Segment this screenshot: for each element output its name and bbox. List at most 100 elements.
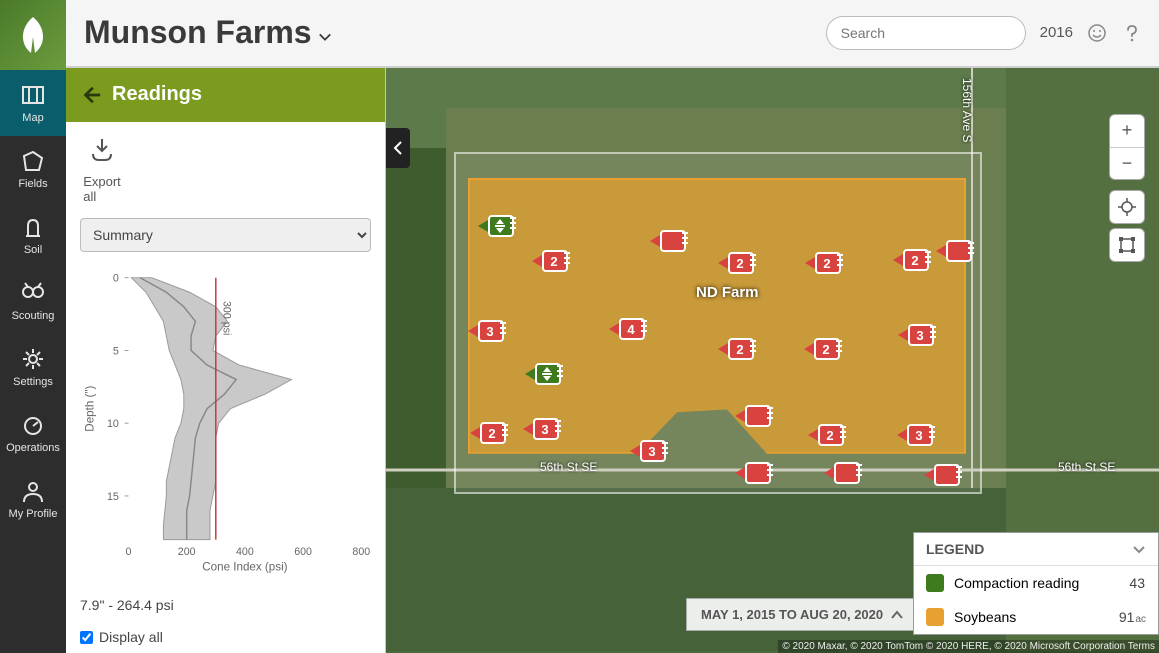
marker-count: 2: [728, 252, 752, 276]
chevron-down-icon: [318, 30, 332, 44]
compaction-marker[interactable]: [484, 213, 512, 239]
reading-marker[interactable]: 3: [474, 318, 502, 344]
my profile-icon: [20, 478, 46, 504]
search-input[interactable]: [826, 16, 1026, 50]
legend-row[interactable]: Compaction reading43: [914, 566, 1158, 600]
fields-icon: [20, 148, 46, 174]
nav-label: Settings: [13, 376, 53, 388]
reading-marker[interactable]: [942, 238, 970, 264]
marker-count: 3: [907, 424, 931, 448]
reading-marker[interactable]: 3: [903, 422, 931, 448]
summary-select[interactable]: Summary: [80, 218, 371, 252]
svg-text:0: 0: [126, 546, 132, 558]
scouting-icon: [20, 280, 46, 306]
legend-label: Soybeans: [954, 609, 1016, 625]
reading-marker[interactable]: 3: [636, 438, 664, 464]
smile-icon[interactable]: [1087, 23, 1107, 43]
compaction-icon: [539, 365, 555, 383]
reading-marker[interactable]: [830, 460, 858, 486]
marker-count: 4: [619, 318, 643, 342]
year-label[interactable]: 2016: [1040, 24, 1073, 41]
svg-text:800: 800: [352, 546, 370, 558]
reading-marker[interactable]: 2: [814, 422, 842, 448]
nav-item-soil[interactable]: Soil: [0, 202, 66, 268]
date-range-picker[interactable]: MAY 1, 2015 TO AUG 20, 2020: [686, 598, 918, 631]
legend-swatch: [926, 574, 944, 592]
marker-count: 2: [542, 250, 566, 274]
nav-item-scouting[interactable]: Scouting: [0, 268, 66, 334]
marker-count: 3: [533, 418, 557, 442]
road-label-east: 56th St SE: [1058, 460, 1115, 474]
zoom-in-button[interactable]: +: [1110, 115, 1144, 147]
panel-collapse-button[interactable]: [386, 128, 410, 168]
reading-marker[interactable]: [930, 462, 958, 488]
nav-label: Operations: [6, 442, 60, 454]
map-attribution: © 2020 Maxar, © 2020 TomTom © 2020 HERE,…: [778, 640, 1159, 653]
extent-button[interactable]: [1109, 228, 1145, 262]
compaction-icon: [492, 217, 508, 235]
content: Readings Export all Summary 300 psi02004…: [66, 68, 1159, 653]
svg-text:15: 15: [107, 490, 119, 502]
chevron-left-icon: [393, 141, 403, 155]
nav-item-my-profile[interactable]: My Profile: [0, 466, 66, 532]
reading-marker[interactable]: 3: [529, 416, 557, 442]
map-icon: [20, 82, 46, 108]
legend-row[interactable]: Soybeans 91ac: [914, 600, 1158, 634]
marker-count: 2: [815, 252, 839, 276]
nav-item-fields[interactable]: Fields: [0, 136, 66, 202]
reading-marker[interactable]: [741, 460, 769, 486]
svg-text:5: 5: [113, 345, 119, 357]
nav-item-operations[interactable]: Operations: [0, 400, 66, 466]
svg-text:600: 600: [294, 546, 312, 558]
svg-text:300 psi: 300 psi: [221, 301, 233, 335]
field-name-label: ND Farm: [696, 284, 759, 301]
marker-count: 2: [480, 422, 504, 446]
legend-value: 91ac: [1119, 609, 1146, 625]
reading-marker[interactable]: [741, 403, 769, 429]
reading-marker[interactable]: 2: [476, 420, 504, 446]
zoom-out-button[interactable]: −: [1110, 147, 1144, 179]
nav-label: Soil: [24, 244, 42, 256]
reading-marker[interactable]: 2: [538, 248, 566, 274]
svg-text:Cone Index (psi): Cone Index (psi): [202, 560, 287, 573]
settings-icon: [20, 346, 46, 372]
leaf-icon: [11, 13, 55, 57]
reading-marker[interactable]: [656, 228, 684, 254]
nav-label: My Profile: [9, 508, 58, 520]
legend-panel: LEGEND Compaction reading43 Soybeans 91ac: [913, 532, 1159, 635]
reading-marker[interactable]: 2: [724, 336, 752, 362]
farm-switcher[interactable]: Munson Farms: [84, 14, 332, 51]
svg-text:Depth ("): Depth ("): [84, 385, 97, 431]
marker-count: 3: [640, 440, 664, 464]
nav-item-settings[interactable]: Settings: [0, 334, 66, 400]
nav-item-map[interactable]: Map: [0, 70, 66, 136]
svg-text:400: 400: [236, 546, 254, 558]
nav-label: Scouting: [12, 310, 55, 322]
depth-chart: 300 psi0200400600800051015Cone Index (ps…: [66, 262, 385, 589]
export-icon: [88, 136, 116, 164]
back-arrow-icon[interactable]: [80, 84, 102, 106]
locate-button[interactable]: [1109, 190, 1145, 224]
export-button[interactable]: Export all: [66, 122, 138, 218]
marker-count: 2: [818, 424, 842, 448]
reading-marker[interactable]: 2: [724, 250, 752, 276]
display-all-input[interactable]: [80, 631, 93, 644]
extent-icon: [1118, 236, 1136, 254]
panel-title: Readings: [112, 83, 202, 106]
map-view[interactable]: ND Farm 56th St SE 56th St SE 156th Ave …: [386, 68, 1159, 653]
legend-value: 43: [1129, 575, 1146, 591]
marker-count: 2: [903, 249, 927, 273]
reading-marker[interactable]: 2: [811, 250, 839, 276]
reading-marker[interactable]: 2: [899, 247, 927, 273]
reading-marker[interactable]: 2: [810, 336, 838, 362]
compaction-marker[interactable]: [531, 361, 559, 387]
reading-value: 7.9" - 264.4 psi: [66, 589, 385, 621]
reading-marker[interactable]: 4: [615, 316, 643, 342]
help-icon[interactable]: [1121, 23, 1141, 43]
legend-header[interactable]: LEGEND: [914, 533, 1158, 566]
header: Munson Farms 2016: [66, 0, 1159, 68]
reading-marker[interactable]: 3: [904, 322, 932, 348]
road-label-south: 56th St SE: [540, 460, 597, 474]
chevron-down-icon: [1132, 542, 1146, 556]
display-all-checkbox[interactable]: Display all: [66, 621, 385, 653]
